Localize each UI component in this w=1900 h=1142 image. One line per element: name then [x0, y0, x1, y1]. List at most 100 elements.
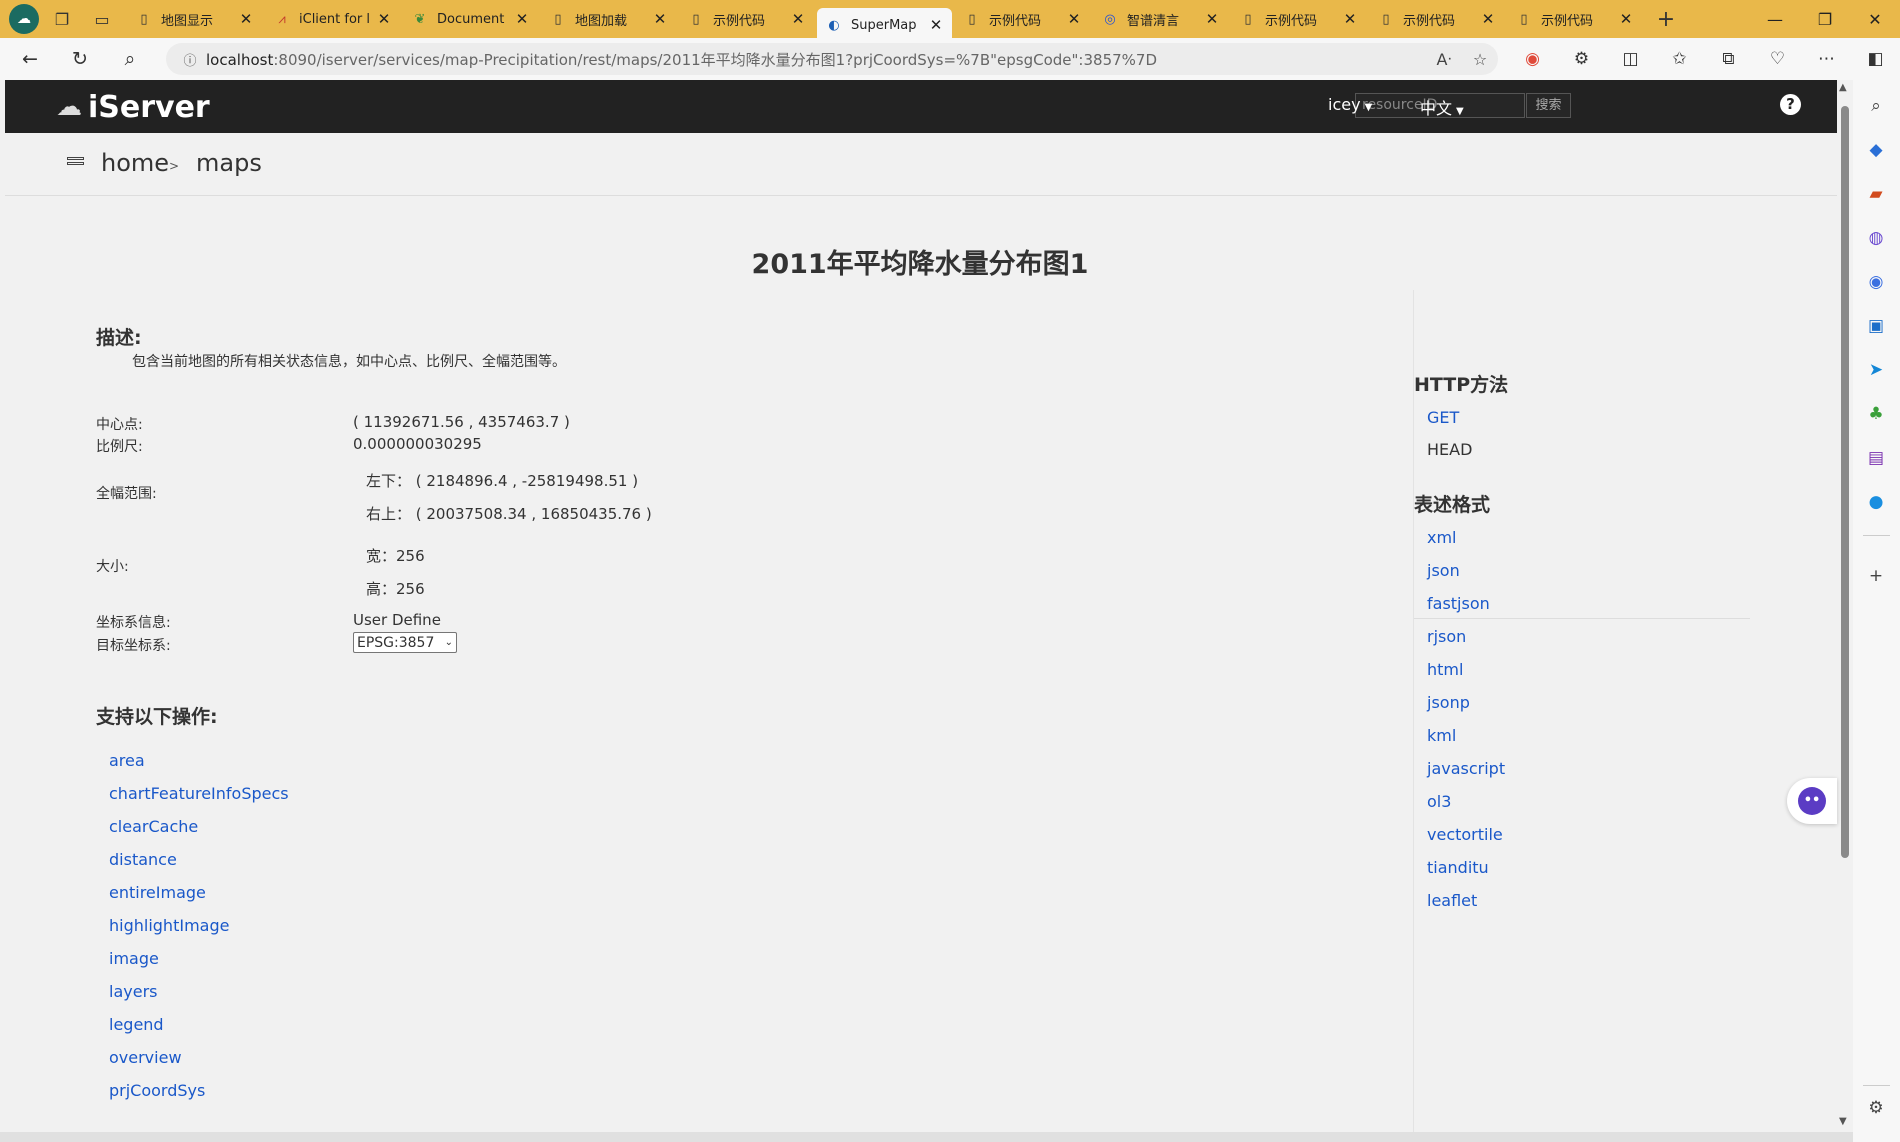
workspaces-icon[interactable]: ❐ — [47, 4, 77, 34]
tree-icon[interactable]: ♣ — [1864, 402, 1888, 426]
format-link-kml[interactable]: kml — [1427, 726, 1456, 745]
format-link-json[interactable]: json — [1427, 561, 1460, 580]
browser-tab[interactable]: ◎ 智谱清言 ✕ — [1093, 4, 1228, 34]
operation-link[interactable]: entireImage — [109, 883, 206, 902]
new-tab-button[interactable]: + — [1651, 7, 1681, 32]
browser-tab[interactable]: ▯ 示例代码 ✕ — [1507, 4, 1642, 34]
operation-link[interactable]: clearCache — [109, 817, 198, 836]
favorites-icon[interactable]: ✩ — [1655, 43, 1704, 75]
scroll-thumb[interactable] — [1841, 106, 1849, 858]
restore-icon[interactable]: ❐ — [1800, 0, 1850, 38]
operation-link[interactable]: prjCoordSys — [109, 1081, 205, 1100]
http-method-get[interactable]: GET — [1427, 408, 1459, 427]
close-tab-icon[interactable]: ✕ — [1342, 10, 1358, 28]
extensions-icon[interactable]: ⚙ — [1557, 43, 1606, 75]
add-icon[interactable]: + — [1864, 564, 1888, 588]
browser-tab[interactable]: ▯ 示例代码 ✕ — [955, 4, 1090, 34]
close-tab-icon[interactable]: ✕ — [1066, 10, 1082, 28]
format-link-jsonp[interactable]: jsonp — [1427, 693, 1470, 712]
close-tab-icon[interactable]: ✕ — [376, 10, 392, 28]
close-tab-icon[interactable]: ✕ — [790, 10, 806, 28]
breadcrumb-home[interactable]: home — [101, 149, 169, 177]
browser-tab[interactable]: ◐ SuperMap ✕ — [817, 8, 952, 42]
profile-icon[interactable]: ☁ — [9, 4, 39, 34]
close-tab-icon[interactable]: ✕ — [652, 10, 668, 28]
browser-tab[interactable]: ▯ 示例代码 ✕ — [1369, 4, 1504, 34]
coord-system-label: 坐标系信息: — [96, 615, 171, 631]
format-link-vectortile[interactable]: vectortile — [1427, 825, 1503, 844]
sidebar-toggle-icon[interactable]: ◧ — [1851, 43, 1900, 75]
scroll-up-icon[interactable]: ▲ — [1839, 82, 1847, 93]
page-scrollbar[interactable]: ▲ ▼ — [1837, 80, 1853, 1132]
operation-link[interactable]: image — [109, 949, 159, 968]
browser-tab[interactable]: ⩘ iClient for l ✕ — [265, 4, 400, 34]
close-window-icon[interactable]: ✕ — [1850, 0, 1900, 38]
site-info-icon[interactable]: ⓘ — [174, 50, 206, 69]
language-menu[interactable]: 中文 ▼ — [1420, 95, 1464, 119]
operation-link[interactable]: layers — [109, 982, 157, 1001]
collections-icon[interactable]: ⧉ — [1704, 43, 1753, 75]
close-tab-icon[interactable]: ✕ — [514, 10, 530, 28]
copilot-icon[interactable]: ◉ — [1864, 270, 1888, 294]
search-button[interactable]: 搜索 — [1526, 93, 1571, 118]
target-crs-value: EPSG:3857 — [357, 634, 435, 651]
close-tab-icon[interactable]: ✕ — [1204, 10, 1220, 28]
url-text[interactable]: localhost:8090/iserver/services/map-Prec… — [206, 49, 1426, 70]
edge-sidebar: ⌕ ◆ ▰ ◍ ◉ ▣ ➤ ♣ ▤ ● + ⚙ — [1853, 80, 1900, 1142]
minimize-icon[interactable]: — — [1750, 0, 1800, 38]
favorite-star-icon[interactable]: ☆ — [1462, 50, 1498, 69]
target-crs-select[interactable]: EPSG:3857 ⌄ — [353, 632, 457, 653]
browser-tab[interactable]: ▯ 地图显示 ✕ — [127, 4, 262, 34]
format-link-tianditu[interactable]: tianditu — [1427, 858, 1489, 877]
format-link-xml[interactable]: xml — [1427, 528, 1457, 547]
settings-icon[interactable]: ⚙ — [1864, 1096, 1888, 1120]
format-link-javascript[interactable]: javascript — [1427, 759, 1505, 778]
extension-color-icon[interactable]: ◉ — [1508, 43, 1557, 75]
format-link-html[interactable]: html — [1427, 660, 1463, 679]
onenote-icon[interactable]: ▤ — [1864, 446, 1888, 470]
operation-link[interactable]: legend — [109, 1015, 164, 1034]
skype-icon[interactable]: ● — [1864, 490, 1888, 514]
operation-link[interactable]: chartFeatureInfoSpecs — [109, 784, 289, 803]
search-icon[interactable]: ⌕ — [1864, 94, 1888, 118]
user-menu[interactable]: icey ▼ — [1328, 95, 1372, 114]
outlook-icon[interactable]: ▣ — [1864, 314, 1888, 338]
format-link-rjson[interactable]: rjson — [1427, 627, 1466, 646]
browser-tab[interactable]: ▯ 示例代码 ✕ — [1231, 4, 1366, 34]
operation-link[interactable]: highlightImage — [109, 916, 229, 935]
more-icon[interactable]: ⋯ — [1802, 43, 1851, 75]
games-icon[interactable]: ◍ — [1864, 226, 1888, 250]
format-link-ol3[interactable]: ol3 — [1427, 792, 1451, 811]
format-link-leaflet[interactable]: leaflet — [1427, 891, 1477, 910]
browser-tab[interactable]: ▯ 地图加载 ✕ — [541, 4, 676, 34]
close-tab-icon[interactable]: ✕ — [1618, 10, 1634, 28]
scroll-down-icon[interactable]: ▼ — [1839, 1116, 1847, 1127]
bounds-label: 全幅范围: — [96, 486, 157, 502]
help-icon[interactable]: ? — [1780, 94, 1801, 115]
browser-essentials-icon[interactable]: ♡ — [1753, 43, 1802, 75]
window-controls: — ❐ ✕ — [1750, 0, 1900, 38]
toolbox-icon[interactable]: ▰ — [1864, 182, 1888, 206]
operation-link[interactable]: area — [109, 751, 145, 770]
back-icon[interactable]: ← — [10, 41, 50, 77]
operation-link[interactable]: overview — [109, 1048, 182, 1067]
tag-icon[interactable]: ◆ — [1864, 138, 1888, 162]
url-bar[interactable]: ⓘ localhost:8090/iserver/services/map-Pr… — [166, 43, 1498, 75]
read-aloud-icon[interactable]: Aᐧ — [1426, 50, 1462, 69]
close-tab-icon[interactable]: ✕ — [1480, 10, 1496, 28]
tab-title: SuperMap — [851, 17, 917, 33]
search-icon[interactable]: ⌕ — [110, 41, 150, 77]
breadcrumb-maps[interactable]: maps — [196, 149, 262, 177]
send-icon[interactable]: ➤ — [1864, 358, 1888, 382]
split-screen-icon[interactable]: ◫ — [1606, 43, 1655, 75]
format-link-fastjson[interactable]: fastjson — [1427, 594, 1490, 613]
close-tab-icon[interactable]: ✕ — [238, 10, 254, 28]
browser-tab[interactable]: ▯ 示例代码 ✕ — [679, 4, 814, 34]
assistant-float-button[interactable]: •• — [1787, 778, 1837, 824]
tab-actions-icon[interactable]: ▭ — [87, 4, 117, 34]
refresh-icon[interactable]: ↻ — [60, 41, 100, 77]
browser-tab[interactable]: ❦ Document ✕ — [403, 4, 538, 34]
iserver-logo[interactable]: ☁ iServer — [56, 88, 210, 126]
operation-link[interactable]: distance — [109, 850, 177, 869]
close-tab-icon[interactable]: ✕ — [928, 16, 944, 34]
